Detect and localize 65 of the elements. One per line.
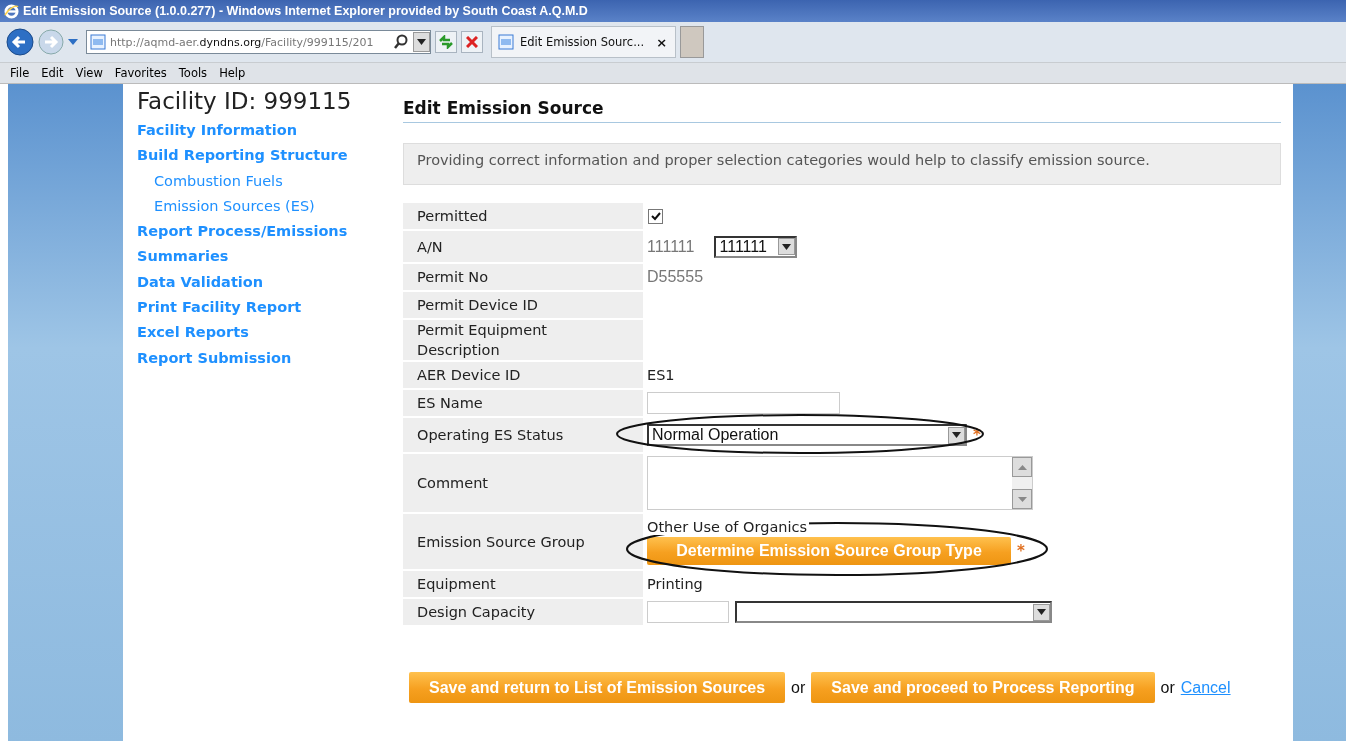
nav-link[interactable]: Excel Reports (137, 324, 390, 350)
stop-icon[interactable] (466, 36, 478, 48)
nav-link[interactable]: Print Facility Report (137, 299, 390, 325)
stop-button[interactable] (461, 31, 483, 53)
nav-link[interactable]: Facility Information (137, 122, 390, 148)
menu-item[interactable]: Favorites (114, 66, 167, 80)
field-label: Emission Source Group (403, 514, 643, 569)
window-title: Edit Emission Source (1.0.0.277) - Windows Internet Explorer provided by South Coast A.Q.M.D (23, 4, 588, 18)
browser-logo-icon (4, 3, 19, 19)
checkbox[interactable] (648, 208, 663, 224)
address-field[interactable]: http://aqmd-aer.dyndns.org/Facility/999115/201 (86, 30, 431, 54)
url-text: http://aqmd-aer.dyndns.org/Facility/999115/201 (110, 35, 375, 49)
menu-item[interactable]: Edit (41, 66, 64, 80)
field-label: A/N (403, 231, 643, 262)
page-heading: Edit Emission Source (403, 98, 1281, 123)
cancel-link[interactable]: Cancel (1180, 678, 1231, 697)
nav-link[interactable]: Data Validation (137, 273, 390, 300)
field-label: Permit Equipment Description (403, 320, 643, 360)
capacity-input[interactable] (647, 601, 729, 623)
nav-link[interactable]: Report Submission (137, 349, 390, 375)
info-notice: Providing correct information and proper selection categories would help to classify emission source. (403, 143, 1281, 185)
menu-item[interactable]: File (10, 66, 30, 80)
history-caret-icon[interactable] (68, 39, 78, 45)
field-label: Permit No (403, 264, 643, 290)
nav-link[interactable]: Build Reporting Structure (137, 147, 390, 173)
menu-item[interactable]: Help (219, 66, 246, 80)
field-label: Operating ES Status (403, 418, 643, 452)
save-button[interactable]: Save and return to List of Emission Sources (409, 672, 786, 703)
application-number: 111111 (647, 237, 695, 256)
close-tab-button[interactable]: × (656, 34, 668, 50)
required-mark: * (1017, 541, 1025, 560)
nav-link[interactable]: Emission Sources (ES) (137, 197, 390, 224)
field-label: Permitted (403, 203, 643, 229)
field-label: ES Name (403, 390, 643, 416)
or-text: or (1160, 678, 1175, 697)
page-icon (90, 34, 106, 50)
browser-tab[interactable]: Edit Emission Sourc... × (491, 26, 677, 58)
field-value: Printing (647, 576, 703, 592)
field-label: Design Capacity (403, 599, 643, 625)
or-text: or (791, 678, 806, 697)
application-select[interactable]: 111111 (714, 235, 798, 258)
field-label: Permit Device ID (403, 292, 643, 318)
facility-title: Facility ID: 999115 (137, 88, 353, 114)
page-icon (498, 34, 514, 50)
field-label: Equipment (403, 571, 643, 597)
nav-link[interactable]: Combustion Fuels (137, 172, 390, 198)
new-tab-button[interactable] (680, 26, 705, 58)
menu-item[interactable]: View (75, 66, 103, 80)
input-field[interactable] (647, 392, 840, 414)
menu-item[interactable]: Tools (178, 66, 208, 80)
save-button[interactable]: Save and proceed to Process Reporting (811, 672, 1155, 703)
nav-link[interactable]: Summaries (137, 248, 390, 274)
field-label: AER Device ID (403, 362, 643, 388)
search-icon[interactable] (393, 34, 409, 50)
group-value: Other Use of Organics (647, 518, 810, 535)
field-value: D55555 (647, 268, 704, 286)
scroll-down-icon[interactable] (1012, 489, 1032, 509)
determine-group-button[interactable]: Determine Emission Source Group Type (647, 536, 1011, 565)
scroll-up-icon[interactable] (1012, 457, 1032, 477)
back-icon[interactable] (6, 28, 34, 56)
nav-link[interactable]: Report Process/Emissions (137, 223, 390, 249)
status-select[interactable]: Normal Operation (647, 424, 967, 446)
unit-select[interactable] (735, 601, 1052, 623)
field-value: ES1 (647, 367, 675, 383)
field-label: Comment (403, 454, 643, 512)
